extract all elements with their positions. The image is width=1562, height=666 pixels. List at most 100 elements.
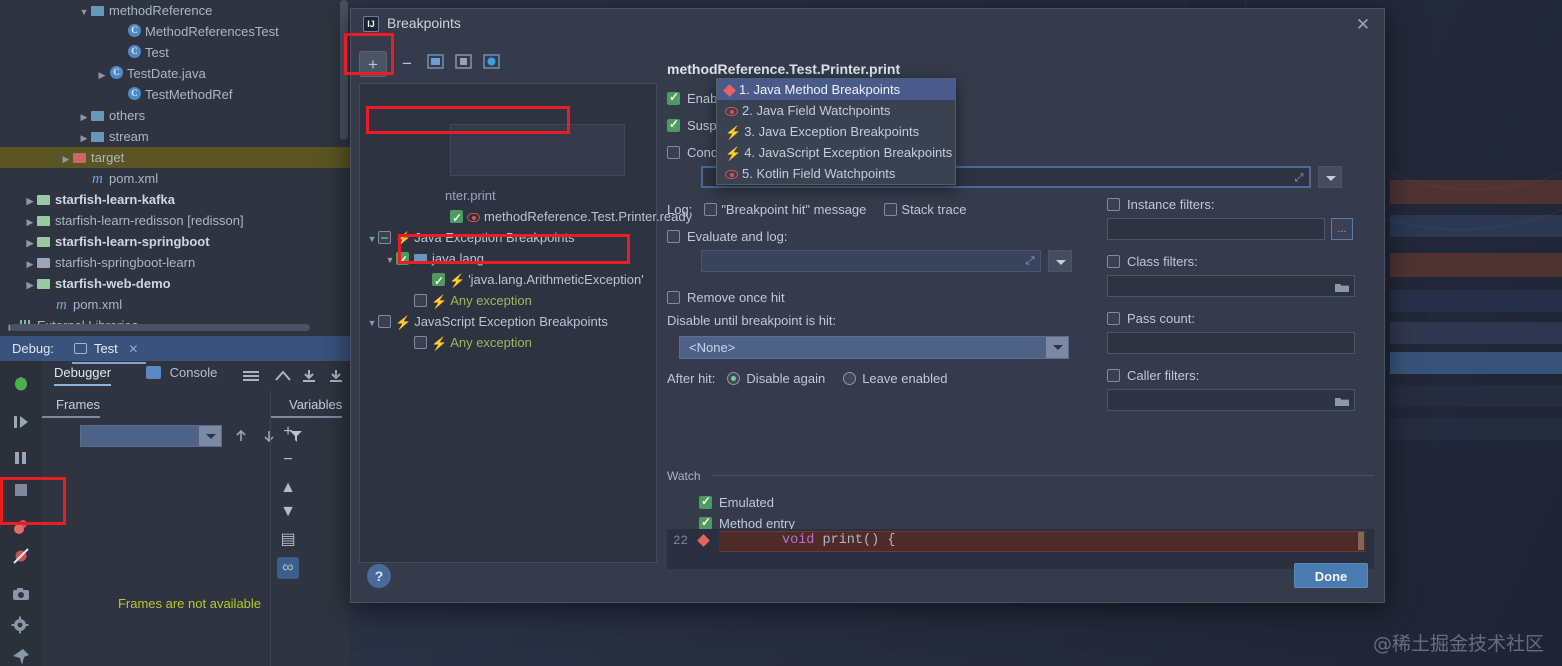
after-hit-leave-radio[interactable]: Leave enabled xyxy=(843,371,948,386)
after-hit-disable-radio[interactable]: Disable again xyxy=(727,371,825,386)
project-tool-window[interactable]: ▼ methodReference MethodReferencesTest Test… xyxy=(0,0,350,336)
close-icon[interactable]: ✕ xyxy=(1352,14,1374,36)
evaluate-log-checkbox[interactable] xyxy=(667,230,680,243)
stack-trace-checkbox-row[interactable]: Stack trace xyxy=(884,202,966,217)
chevron-down-icon[interactable]: ▼ xyxy=(366,229,378,250)
variables-pane-title[interactable]: Variables xyxy=(271,391,343,418)
caller-filters-checkbox[interactable] xyxy=(1107,369,1120,382)
remove-watch-icon[interactable]: − xyxy=(277,449,299,471)
pause-icon[interactable] xyxy=(10,447,32,469)
move-watch-up-icon[interactable]: ▲ xyxy=(277,477,299,499)
project-tree-row[interactable]: ▶ starfish-learn-kafka xyxy=(0,189,350,210)
watches-icon[interactable]: ∞ xyxy=(277,557,299,579)
rerun-icon[interactable] xyxy=(274,368,292,384)
chevron-right-icon[interactable]: ▶ xyxy=(24,254,36,275)
chevron-right-icon[interactable]: ▶ xyxy=(96,65,108,86)
group-by-package-button[interactable] xyxy=(421,51,449,77)
condition-checkbox[interactable] xyxy=(667,146,680,159)
log-message-checkbox-row[interactable]: "Breakpoint hit" message xyxy=(704,202,866,217)
project-tree-row[interactable]: ▶ TestDate.java xyxy=(0,63,350,84)
caller-filters-input[interactable] xyxy=(1107,389,1355,411)
chevron-right-icon[interactable]: ▶ xyxy=(24,275,36,296)
frames-pane-title[interactable]: Frames xyxy=(42,391,101,418)
project-tree-row[interactable]: pom.xml xyxy=(0,168,350,190)
project-tree-row[interactable]: ▶ starfish-web-demo xyxy=(0,273,350,294)
close-icon[interactable]: ✕ xyxy=(128,342,138,356)
view-breakpoints-icon[interactable] xyxy=(10,517,32,539)
project-tree-row[interactable]: pom.xml xyxy=(0,294,350,316)
chevron-down-icon[interactable] xyxy=(1046,337,1068,358)
remove-breakpoint-button[interactable]: − xyxy=(393,51,421,77)
remove-once-hit-checkbox[interactable] xyxy=(667,291,680,304)
project-tree-row[interactable]: ▶ target xyxy=(0,147,350,168)
chevron-right-icon[interactable]: ▶ xyxy=(24,233,36,254)
class-filters-row[interactable]: Class filters: xyxy=(1107,254,1377,269)
breakpoint-enabled-checkbox[interactable] xyxy=(450,208,463,229)
tab-console[interactable]: Console xyxy=(146,365,217,384)
breakpoint-marker-icon[interactable] xyxy=(697,534,710,547)
breakpoint-tree-row[interactable]: methodReference.Test.Printer.ready xyxy=(360,206,692,229)
expand-editor-icon[interactable]: ⤢ xyxy=(1022,253,1038,269)
project-tree-row[interactable]: MethodReferencesTest xyxy=(0,21,350,42)
log-message-checkbox[interactable] xyxy=(704,203,718,216)
popup-menu-item[interactable]: ⚡ 4. JavaScript Exception Breakpoints xyxy=(717,142,955,163)
popup-menu-item[interactable]: 5. Kotlin Field Watchpoints xyxy=(717,163,955,184)
help-button[interactable]: ? xyxy=(367,564,391,588)
folder-browse-icon[interactable] xyxy=(1335,394,1349,406)
evaluate-log-input[interactable]: ⤢ xyxy=(701,250,1041,272)
chevron-right-icon[interactable]: ▶ xyxy=(78,128,90,149)
expand-editor-icon[interactable]: ⤢ xyxy=(1291,170,1307,186)
breakpoint-enabled-checkbox[interactable] xyxy=(378,231,391,244)
breakpoints-tree[interactable]: nter.print methodReference.Test.Printer.… xyxy=(359,83,693,563)
chevron-right-icon[interactable]: ▶ xyxy=(78,107,90,128)
mute-breakpoints-icon[interactable] xyxy=(10,545,32,567)
breakpoint-enabled-checkbox[interactable] xyxy=(378,315,391,328)
chevron-right-icon[interactable]: ▶ xyxy=(60,149,72,170)
breakpoint-tree-row[interactable]: ▼ java.lang xyxy=(360,248,656,271)
resume-program-icon[interactable] xyxy=(10,373,32,395)
chevron-down-icon[interactable] xyxy=(199,426,221,446)
step-over-pause-icon[interactable] xyxy=(10,411,32,433)
project-tree-row[interactable]: ▼ methodReference xyxy=(0,0,350,21)
code-preview-scrollbar[interactable] xyxy=(1358,532,1364,550)
pin-tab-icon[interactable] xyxy=(10,647,32,666)
project-tree-row[interactable]: ▶ stream xyxy=(0,126,350,147)
class-filters-checkbox[interactable] xyxy=(1107,255,1120,268)
add-watch-icon[interactable]: + xyxy=(277,421,299,443)
disable-until-combo[interactable]: <None> xyxy=(679,336,1069,359)
breakpoints-tree-rows[interactable]: methodReference.Test.Printer.ready▼⚡Java… xyxy=(360,206,693,353)
pass-count-row[interactable]: Pass count: xyxy=(1107,311,1377,326)
evaluate-log-history-dropdown[interactable] xyxy=(1048,250,1072,272)
project-tree-row[interactable]: ▶ starfish-springboot-learn xyxy=(0,252,350,273)
breakpoint-tree-row[interactable]: ▼ ⚡ JavaScript Exception Breakpoints xyxy=(360,311,656,332)
chevron-right-icon[interactable]: ▶ xyxy=(24,191,36,212)
breakpoint-tree-row[interactable]: ▼ ⚡ Java Exception Breakpoints xyxy=(360,227,656,248)
breakpoint-enabled-checkbox[interactable] xyxy=(396,250,409,271)
popup-menu-item[interactable]: 2. Java Field Watchpoints xyxy=(717,100,955,121)
view-breakpoints-button[interactable] xyxy=(477,51,505,77)
settings-gear-icon[interactable] xyxy=(10,615,32,637)
frames-move-up-icon[interactable] xyxy=(232,427,250,450)
watch-item-row[interactable]: Emulated xyxy=(699,494,1374,510)
breakpoint-enabled-checkbox[interactable] xyxy=(432,271,445,292)
stack-trace-checkbox[interactable] xyxy=(884,203,898,216)
caller-filters-row[interactable]: Caller filters: xyxy=(1107,368,1377,383)
instance-filters-checkbox[interactable] xyxy=(1107,198,1120,211)
debug-run-config-tab[interactable]: Test ✕ xyxy=(71,336,147,364)
screenshot-icon[interactable] xyxy=(10,583,32,605)
project-tree-row[interactable]: Test xyxy=(0,42,350,63)
enabled-checkbox[interactable] xyxy=(667,90,680,105)
done-button[interactable]: Done xyxy=(1294,563,1368,588)
breakpoint-enabled-checkbox[interactable] xyxy=(414,336,427,349)
group-by-file-button[interactable] xyxy=(449,51,477,77)
breakpoint-tree-row[interactable]: ⚡'java.lang.ArithmeticException' xyxy=(360,269,656,292)
chevron-right-icon[interactable]: ▶ xyxy=(24,212,36,233)
popup-menu-item[interactable]: ⚡ 3. Java Exception Breakpoints xyxy=(717,121,955,142)
project-tree-row[interactable]: ▶ starfish-learn-springboot xyxy=(0,231,350,252)
popup-menu-item[interactable]: 1. Java Method Breakpoints xyxy=(717,79,955,100)
breakpoint-tree-row[interactable]: ⚡ Any exception xyxy=(360,332,656,353)
step-into-icon[interactable] xyxy=(300,368,318,384)
pass-count-input[interactable] xyxy=(1107,332,1355,354)
folder-browse-icon[interactable] xyxy=(1335,280,1349,292)
add-breakpoint-button[interactable]: + xyxy=(359,51,387,77)
